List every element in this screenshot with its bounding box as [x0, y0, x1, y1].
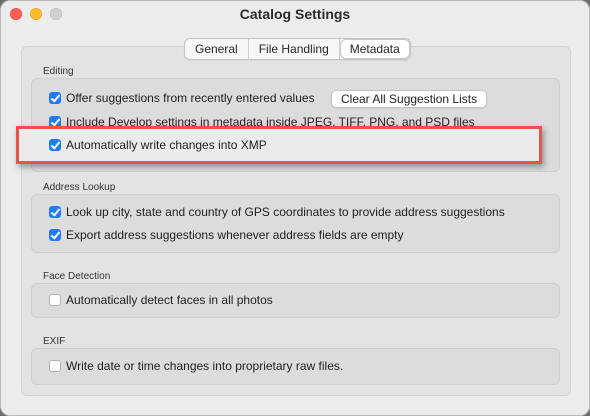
title-bar: Catalog Settings: [0, 0, 590, 28]
address-lookup-group: [31, 194, 560, 253]
catalog-settings-window: Catalog Settings General File Handling M…: [0, 0, 590, 416]
auto-write-xmp-checkbox[interactable]: [49, 139, 61, 151]
write-date-option[interactable]: Write date or time changes into propriet…: [49, 358, 343, 374]
offer-suggestions-option[interactable]: Offer suggestions from recently entered …: [49, 90, 315, 106]
tab-general[interactable]: General: [185, 39, 249, 59]
write-date-label: Write date or time changes into propriet…: [66, 359, 344, 373]
clear-all-suggestion-lists-button[interactable]: Clear All Suggestion Lists: [331, 90, 488, 108]
tab-file-handling[interactable]: File Handling: [249, 39, 340, 59]
offer-suggestions-label: Offer suggestions from recently entered …: [66, 91, 315, 105]
gps-lookup-checkbox[interactable]: [49, 206, 61, 218]
export-suggestions-option[interactable]: Export address suggestions whenever addr…: [49, 227, 404, 243]
auto-detect-faces-label: Automatically detect faces in all photos: [66, 293, 273, 307]
tab-metadata[interactable]: Metadata: [340, 40, 409, 58]
tab-bar: General File Handling Metadata: [184, 38, 411, 60]
exif-section-label: EXIF: [43, 336, 66, 347]
editing-section-label: Editing: [43, 66, 74, 77]
auto-detect-faces-checkbox[interactable]: [49, 294, 61, 306]
face-detection-section-label: Face Detection: [43, 271, 111, 282]
export-suggestions-label: Export address suggestions whenever addr…: [66, 228, 404, 242]
auto-detect-faces-option[interactable]: Automatically detect faces in all photos: [49, 292, 273, 308]
gps-lookup-option[interactable]: Look up city, state and country of GPS c…: [49, 204, 505, 220]
window-title: Catalog Settings: [239, 6, 351, 22]
write-date-checkbox[interactable]: [49, 360, 61, 372]
auto-write-xmp-option[interactable]: Automatically write changes into XMP: [49, 137, 267, 153]
auto-write-xmp-label: Automatically write changes into XMP: [66, 138, 267, 152]
export-suggestions-checkbox[interactable]: [49, 229, 61, 241]
offer-suggestions-checkbox[interactable]: [49, 92, 61, 104]
gps-lookup-label: Look up city, state and country of GPS c…: [66, 205, 505, 219]
address-lookup-section-label: Address Lookup: [43, 182, 116, 193]
